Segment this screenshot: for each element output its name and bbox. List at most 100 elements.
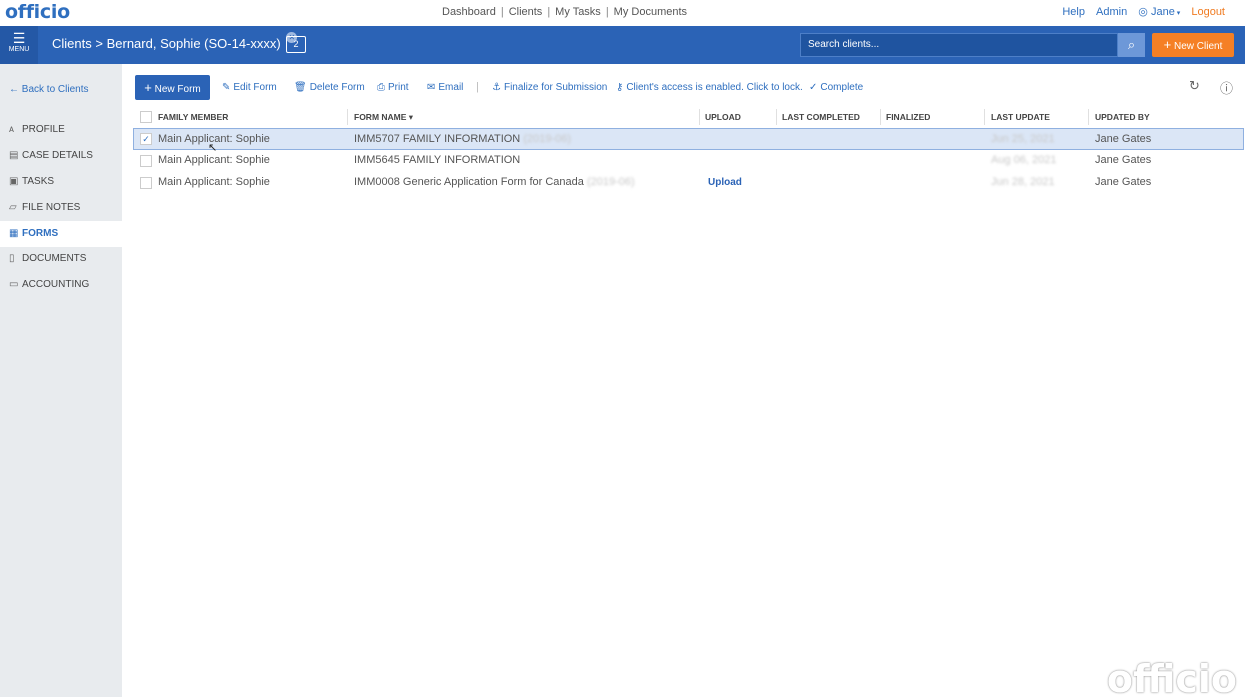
last-update-cell: Jun 25, 2021: [991, 133, 1055, 145]
updated-by-cell: Jane Gates: [1095, 133, 1152, 145]
new-client-button[interactable]: + New Client: [1152, 33, 1234, 57]
complete-button[interactable]: ✓ Complete: [809, 82, 863, 93]
updated-by-cell: Jane Gates: [1095, 176, 1152, 188]
back-to-clients-link[interactable]: ← Back to Clients: [9, 84, 88, 95]
sidebar-item-forms[interactable]: ▦ FORMS: [0, 221, 122, 247]
document-icon: ▯: [9, 253, 15, 264]
column-divider: [984, 109, 985, 125]
user-menu[interactable]: ◎ Jane ▾: [1138, 6, 1180, 18]
column-last-update[interactable]: LAST UPDATE: [991, 112, 1050, 122]
help-circle-icon[interactable]: ⓘ: [1220, 78, 1233, 97]
column-divider: [776, 109, 777, 125]
email-label: Email: [438, 82, 464, 93]
plus-icon: +: [144, 80, 152, 95]
sidebar-item-documents[interactable]: ▯ DOCUMENTS: [0, 246, 122, 272]
updated-by-cell: Jane Gates: [1095, 154, 1152, 166]
top-nav: officio Dashboard | Clients | My Tasks | My Do…: [0, 0, 1245, 26]
print-label: Print: [388, 82, 409, 93]
toolbar-divider: |: [476, 81, 479, 93]
delete-form-label: Delete Form: [309, 82, 365, 93]
nav-separator: |: [547, 6, 551, 18]
main-nav: Dashboard | Clients | My Tasks | My Documents: [442, 6, 687, 18]
column-family-member[interactable]: FAMILY MEMBER: [158, 112, 228, 122]
menu-button[interactable]: ☰ MENU: [0, 26, 38, 64]
row-checkbox[interactable]: [140, 155, 152, 167]
last-update-cell: Jun 28, 2021: [991, 176, 1055, 188]
sidebar-item-label: FORMS: [22, 228, 59, 239]
table-header: FAMILY MEMBER FORM NAME ▾ UPLOAD LAST CO…: [133, 106, 1244, 128]
last-update-cell: Aug 06, 2021: [991, 154, 1057, 166]
family-member-cell: Main Applicant: Sophie: [158, 176, 270, 188]
client-access-label: Client's access is enabled. Click to loc…: [626, 82, 803, 93]
column-updated-by[interactable]: UPDATED BY: [1095, 112, 1150, 122]
form-name-cell: IMM5645 FAMILY INFORMATION: [354, 154, 521, 166]
email-button[interactable]: ✉ Email: [427, 82, 463, 93]
mouse-cursor-icon: ↖: [208, 142, 218, 154]
client-header-bar: ☰ MENU Clients > Bernard, Sophie (SO-14-…: [0, 26, 1245, 64]
help-link[interactable]: Help: [1062, 6, 1085, 18]
column-divider: [880, 109, 881, 125]
form-icon: ▦: [9, 228, 19, 239]
sort-down-icon: ▾: [406, 112, 414, 122]
column-upload[interactable]: UPLOAD: [705, 112, 741, 122]
search-icon[interactable]: ⌕: [1118, 33, 1145, 57]
logout-link[interactable]: Logout: [1191, 6, 1225, 18]
finalize-button[interactable]: ⚓ Finalize for Submission: [492, 82, 607, 93]
form-name: IMM5707 FAMILY INFORMATION: [354, 133, 521, 145]
print-button[interactable]: ⎙ Print: [377, 82, 409, 93]
table-row[interactable]: ✓ Main Applicant: Sophie IMM5707 FAMILY …: [133, 128, 1244, 150]
forms-table: FAMILY MEMBER FORM NAME ▾ UPLOAD LAST CO…: [133, 106, 1244, 194]
sidebar-item-tasks[interactable]: ▣ TASKS: [0, 169, 122, 195]
search-clients-input[interactable]: Search clients...: [800, 33, 1118, 57]
nav-my-tasks[interactable]: My Tasks: [555, 6, 601, 18]
column-form-name[interactable]: FORM NAME ▾: [354, 112, 413, 123]
sidebar-item-profile[interactable]: ᴀ PROFILE: [0, 117, 122, 143]
officio-watermark: officio: [1106, 657, 1237, 697]
nav-dashboard[interactable]: Dashboard: [442, 6, 496, 18]
chevron-down-icon: ▾: [1174, 10, 1181, 17]
form-version: (2019-06): [523, 133, 572, 145]
nav-my-documents[interactable]: My Documents: [614, 6, 687, 18]
officio-logo[interactable]: officio: [5, 1, 70, 23]
user-name: Jane: [1150, 6, 1175, 18]
menu-label: MENU: [8, 46, 30, 53]
task-count: 2: [293, 39, 299, 49]
tasks-calendar-icon[interactable]: 2: [286, 36, 306, 53]
sidebar-item-accounting[interactable]: ▭ ACCOUNTING: [0, 272, 122, 298]
nav-clients[interactable]: Clients: [509, 6, 543, 18]
nav-separator: |: [500, 6, 504, 18]
person-icon: ᴀ: [9, 124, 14, 135]
upload-link[interactable]: Upload: [708, 177, 742, 188]
column-form-name-label: FORM NAME: [354, 112, 407, 122]
pencil-icon: ✎: [222, 82, 231, 93]
sidebar-item-label: PROFILE: [22, 124, 65, 135]
sidebar-item-case-details[interactable]: ▤ CASE DETAILS: [0, 143, 122, 169]
sidebar-item-label: ACCOUNTING: [22, 279, 90, 290]
nav-separator: |: [605, 6, 609, 18]
row-checkbox-checked[interactable]: ✓: [140, 133, 152, 145]
table-row[interactable]: Main Applicant: Sophie IMM0008 Generic A…: [133, 172, 1244, 194]
sidebar-item-file-notes[interactable]: ▱ FILE NOTES: [0, 195, 122, 221]
refresh-icon[interactable]: ↻: [1189, 78, 1200, 94]
breadcrumb-separator: >: [95, 36, 103, 51]
edit-form-button[interactable]: ✎ Edit Form: [222, 82, 277, 93]
form-version: (2019-06): [586, 176, 635, 188]
client-access-toggle[interactable]: ⚷ Client's access is enabled. Click to lo…: [616, 82, 803, 93]
column-divider: [347, 109, 348, 125]
check-icon: ✓: [809, 82, 818, 93]
trash-icon: 🗑: [294, 82, 307, 93]
select-all-checkbox[interactable]: [140, 111, 152, 123]
new-form-button[interactable]: + New Form: [135, 75, 210, 100]
table-row[interactable]: Main Applicant: Sophie IMM5645 FAMILY IN…: [133, 150, 1244, 172]
breadcrumb-clients[interactable]: Clients: [52, 36, 92, 51]
delete-form-button[interactable]: 🗑 Delete Form: [294, 82, 365, 93]
column-divider: [1088, 109, 1089, 125]
printer-icon: ⎙: [377, 82, 385, 93]
column-divider: [699, 109, 700, 125]
breadcrumb: Clients > Bernard, Sophie (SO-14-xxxx) ✕: [52, 32, 298, 51]
column-finalized[interactable]: FINALIZED: [886, 112, 930, 122]
column-last-completed[interactable]: LAST COMPLETED: [782, 112, 860, 122]
sidebar-item-label: CASE DETAILS: [22, 150, 93, 161]
admin-link[interactable]: Admin: [1096, 6, 1127, 18]
row-checkbox[interactable]: [140, 177, 152, 189]
